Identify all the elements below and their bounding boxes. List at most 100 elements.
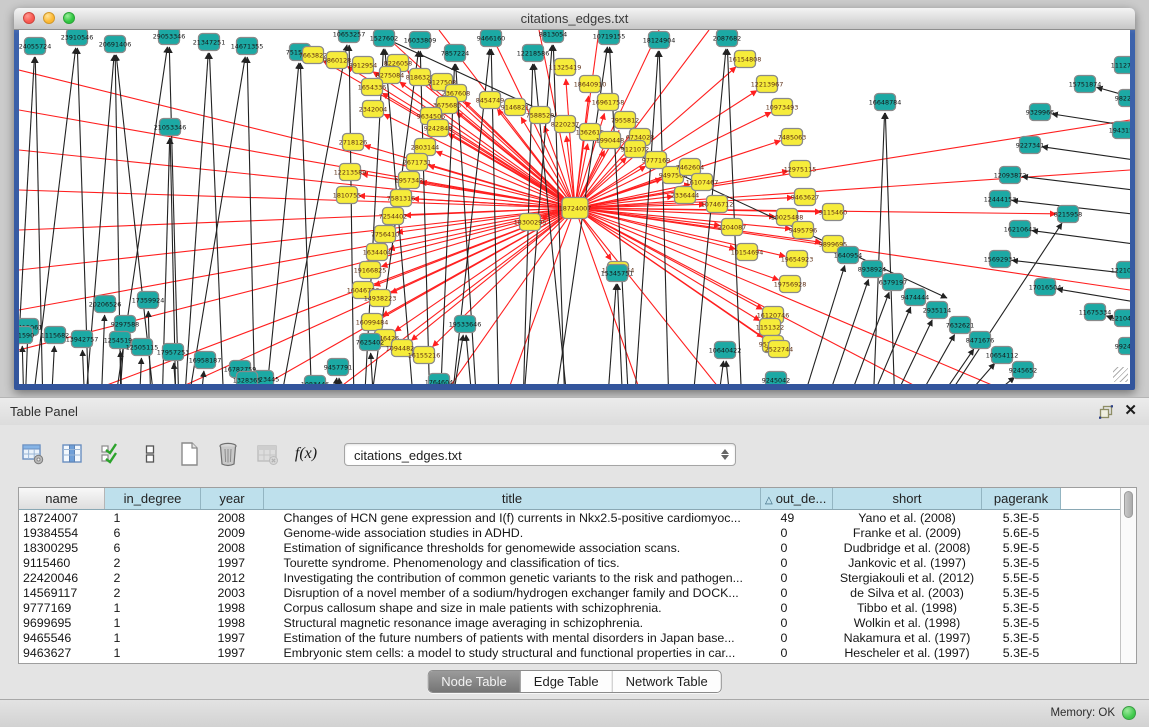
float-panel-icon[interactable] xyxy=(1099,405,1113,419)
cell-out_degree[interactable]: 0 xyxy=(761,585,833,600)
cell-short[interactable]: Jankovic et al. (1997) xyxy=(833,555,982,570)
cell-in_degree[interactable]: 1 xyxy=(105,615,201,630)
cell-pagerank[interactable]: 5.9E-5 xyxy=(982,540,1061,555)
cell-title[interactable]: Genome-wide association studies in ADHD. xyxy=(264,525,761,540)
table-row[interactable]: 2242004622012Investigating the contribut… xyxy=(19,570,1120,585)
cell-title[interactable]: Investigating the contribution of common… xyxy=(264,570,761,585)
cell-pagerank[interactable]: 5.3E-5 xyxy=(982,615,1061,630)
cell-out_degree[interactable]: 0 xyxy=(761,570,833,585)
table-row[interactable]: 1456911722003Disruption of a novel membe… xyxy=(19,585,1120,600)
cell-short[interactable]: Wolkin et al. (1998) xyxy=(833,615,982,630)
cell-year[interactable]: 1998 xyxy=(201,615,264,630)
cell-year[interactable]: 1998 xyxy=(201,600,264,615)
cell-name[interactable]: 9777169 xyxy=(19,600,105,615)
cell-year[interactable]: 1997 xyxy=(201,645,264,660)
network-canvas[interactable]: 1872400782260588275084818632891275082367… xyxy=(19,30,1130,384)
column-header-in_degree[interactable]: in_degree xyxy=(105,488,201,510)
cell-pagerank[interactable]: 5.3E-5 xyxy=(982,510,1061,526)
cell-title[interactable]: Estimation of significance thresholds fo… xyxy=(264,540,761,555)
cell-title[interactable]: Embryonic stem cells: a model to study s… xyxy=(264,645,761,660)
cell-title[interactable]: Tourette syndrome. Phenomenology and cla… xyxy=(264,555,761,570)
scrollbar-thumb[interactable] xyxy=(1124,491,1133,518)
cell-pagerank[interactable]: 5.5E-5 xyxy=(982,570,1061,585)
column-header-short[interactable]: short xyxy=(833,488,982,510)
close-panel-icon[interactable]: ✕ xyxy=(1124,401,1137,419)
cell-name[interactable]: 14569117 xyxy=(19,585,105,600)
cell-title[interactable]: Estimation of the future numbers of pati… xyxy=(264,630,761,645)
network-window-titlebar[interactable]: citations_edges.txt xyxy=(14,8,1135,30)
cell-title[interactable]: Changes of HCN gene expression and I(f) … xyxy=(264,510,761,526)
cell-short[interactable]: Yano et al. (2008) xyxy=(833,510,982,526)
cell-in_degree[interactable]: 1 xyxy=(105,630,201,645)
cell-out_degree[interactable]: 49 xyxy=(761,510,833,526)
cell-in_degree[interactable]: 1 xyxy=(105,600,201,615)
cell-in_degree[interactable]: 2 xyxy=(105,555,201,570)
cell-year[interactable]: 2003 xyxy=(201,585,264,600)
cell-year[interactable]: 2012 xyxy=(201,570,264,585)
cell-short[interactable]: Stergiakouli et al. (2012) xyxy=(833,570,982,585)
column-header-title[interactable]: title xyxy=(264,488,761,510)
table-select-dropdown[interactable]: citations_edges.txt xyxy=(344,443,736,466)
cell-short[interactable]: de Silva et al. (2003) xyxy=(833,585,982,600)
column-header-pagerank[interactable]: pagerank xyxy=(982,488,1061,510)
cell-out_degree[interactable]: 0 xyxy=(761,645,833,660)
table-vertical-scrollbar[interactable] xyxy=(1120,488,1136,663)
column-header-year[interactable]: year xyxy=(201,488,264,510)
cell-in_degree[interactable]: 2 xyxy=(105,570,201,585)
cell-pagerank[interactable]: 5.3E-5 xyxy=(982,630,1061,645)
cell-pagerank[interactable]: 5.3E-5 xyxy=(982,600,1061,615)
cell-pagerank[interactable]: 5.3E-5 xyxy=(982,585,1061,600)
network-graph[interactable]: 1872400782260588275084818632891275082367… xyxy=(19,30,1130,384)
cell-out_degree[interactable]: 0 xyxy=(761,525,833,540)
select-column-icon[interactable] xyxy=(98,441,124,467)
cell-pagerank[interactable]: 5.3E-5 xyxy=(982,555,1061,570)
cell-out_degree[interactable]: 0 xyxy=(761,540,833,555)
memory-status-indicator[interactable] xyxy=(1122,706,1136,720)
cell-out_degree[interactable]: 0 xyxy=(761,600,833,615)
table-row[interactable]: 946554611997Estimation of the future num… xyxy=(19,630,1120,645)
create-column-icon[interactable] xyxy=(176,441,202,467)
row-mode-icon[interactable] xyxy=(137,441,163,467)
cell-short[interactable]: Hescheler et al. (1997) xyxy=(833,645,982,660)
tab-network-table[interactable]: Network Table xyxy=(613,671,721,692)
cell-name[interactable]: 22420046 xyxy=(19,570,105,585)
cell-title[interactable]: Corpus callosum shape and size in male p… xyxy=(264,600,761,615)
table-row[interactable]: 946362711997Embryonic stem cells: a mode… xyxy=(19,645,1120,660)
table-settings-icon[interactable] xyxy=(20,441,46,467)
function-builder-icon[interactable]: f(x) xyxy=(293,441,319,467)
table-row[interactable]: 977716911998Corpus callosum shape and si… xyxy=(19,600,1120,615)
cell-year[interactable]: 1997 xyxy=(201,630,264,645)
cell-year[interactable]: 2009 xyxy=(201,525,264,540)
cell-short[interactable]: Tibbo et al. (1998) xyxy=(833,600,982,615)
cell-name[interactable]: 19384554 xyxy=(19,525,105,540)
table-row[interactable]: 969969511998Structural magnetic resonanc… xyxy=(19,615,1120,630)
cell-name[interactable]: 9699695 xyxy=(19,615,105,630)
cell-short[interactable]: Dudbridge et al. (2008) xyxy=(833,540,982,555)
cell-out_degree[interactable]: 0 xyxy=(761,555,833,570)
table-row[interactable]: 911546021997Tourette syndrome. Phenomeno… xyxy=(19,555,1120,570)
table-row[interactable]: 1830029562008Estimation of significance … xyxy=(19,540,1120,555)
cell-year[interactable]: 2008 xyxy=(201,510,264,526)
cell-short[interactable]: Nakamura et al. (1997) xyxy=(833,630,982,645)
cell-out_degree[interactable]: 0 xyxy=(761,615,833,630)
tab-node-table[interactable]: Node Table xyxy=(428,671,521,692)
cell-name[interactable]: 9465546 xyxy=(19,630,105,645)
cell-pagerank[interactable]: 5.3E-5 xyxy=(982,645,1061,660)
node-table[interactable]: namein_degreeyeartitle△out_de...shortpag… xyxy=(19,488,1120,660)
cell-out_degree[interactable]: 0 xyxy=(761,630,833,645)
cell-in_degree[interactable]: 6 xyxy=(105,540,201,555)
column-header-name[interactable]: name xyxy=(19,488,105,510)
table-row[interactable]: 1872400712008Changes of HCN gene express… xyxy=(19,510,1120,526)
column-header-out_degree[interactable]: △out_de... xyxy=(761,488,833,510)
canvas-resize-grip-icon[interactable] xyxy=(1113,367,1128,382)
cell-short[interactable]: Franke et al. (2009) xyxy=(833,525,982,540)
cell-in_degree[interactable]: 6 xyxy=(105,525,201,540)
cell-pagerank[interactable]: 5.6E-5 xyxy=(982,525,1061,540)
tab-edge-table[interactable]: Edge Table xyxy=(521,671,613,692)
cell-year[interactable]: 1997 xyxy=(201,555,264,570)
cell-in_degree[interactable]: 2 xyxy=(105,585,201,600)
cell-name[interactable]: 9115460 xyxy=(19,555,105,570)
cell-name[interactable]: 18724007 xyxy=(19,510,105,526)
cell-in_degree[interactable]: 1 xyxy=(105,510,201,526)
cell-in_degree[interactable]: 1 xyxy=(105,645,201,660)
